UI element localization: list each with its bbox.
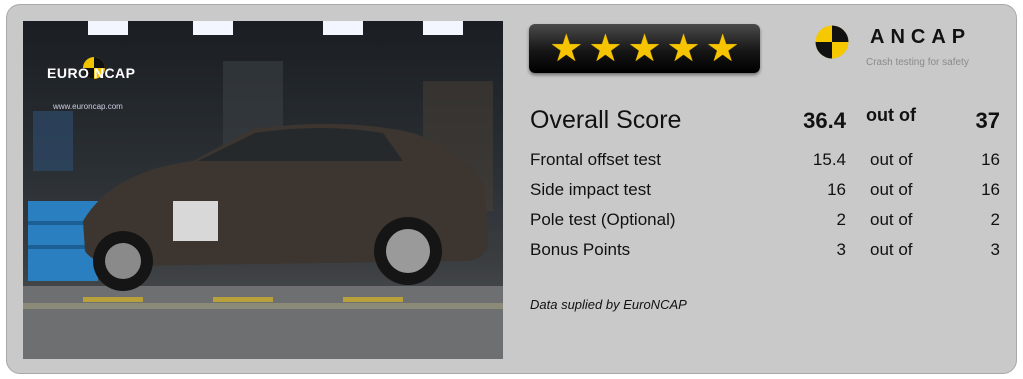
overall-score-value: 36.4 (803, 108, 846, 133)
ancap-tagline: Crash testing for safety (866, 57, 969, 68)
test-label: Side impact test (530, 180, 651, 199)
ancap-brand-name: ANCAP (870, 26, 972, 48)
star-icon: ★ (705, 27, 740, 70)
star-icon: ★ (666, 27, 701, 70)
star-icon: ★ (627, 27, 662, 70)
test-row: Side impact test 16 out of 16 (530, 180, 1000, 206)
test-max: 16 (981, 180, 1000, 199)
overall-score-row: Overall Score 36.4 out of 37 (530, 105, 1000, 140)
test-max: 16 (981, 150, 1000, 169)
test-row: Pole test (Optional) 2 out of 2 (530, 210, 1000, 236)
test-out-of: out of (870, 240, 913, 259)
data-source-note: Data suplied by EuroNCAP (530, 297, 687, 312)
test-score: 16 (827, 180, 846, 199)
test-score: 2 (836, 210, 846, 229)
test-score: 3 (836, 240, 846, 259)
test-max: 2 (990, 210, 1000, 229)
euroncap-logo: EURO NCAP (47, 65, 136, 81)
crash-test-photo: EURO NCAP www.euroncap.com (23, 21, 503, 359)
test-row: Bonus Points 3 out of 3 (530, 240, 1000, 266)
test-max: 3 (990, 240, 1000, 259)
ancap-logo-icon (815, 25, 849, 59)
overall-score-max: 37 (975, 108, 1000, 133)
test-row: Frontal offset test 15.4 out of 16 (530, 150, 1000, 176)
overall-out-of: out of (866, 105, 916, 125)
test-out-of: out of (870, 150, 913, 169)
test-label: Pole test (Optional) (530, 210, 676, 229)
star-icon: ★ (549, 27, 584, 70)
test-out-of: out of (870, 210, 913, 229)
test-out-of: out of (870, 180, 913, 199)
test-label: Frontal offset test (530, 150, 662, 169)
overall-score-label: Overall Score (530, 106, 682, 134)
star-rating: ★ ★ ★ ★ ★ (529, 24, 760, 73)
test-label: Bonus Points (530, 240, 631, 259)
test-score: 15.4 (812, 150, 846, 169)
euroncap-url: www.euroncap.com (53, 102, 123, 111)
star-icon: ★ (588, 27, 623, 70)
